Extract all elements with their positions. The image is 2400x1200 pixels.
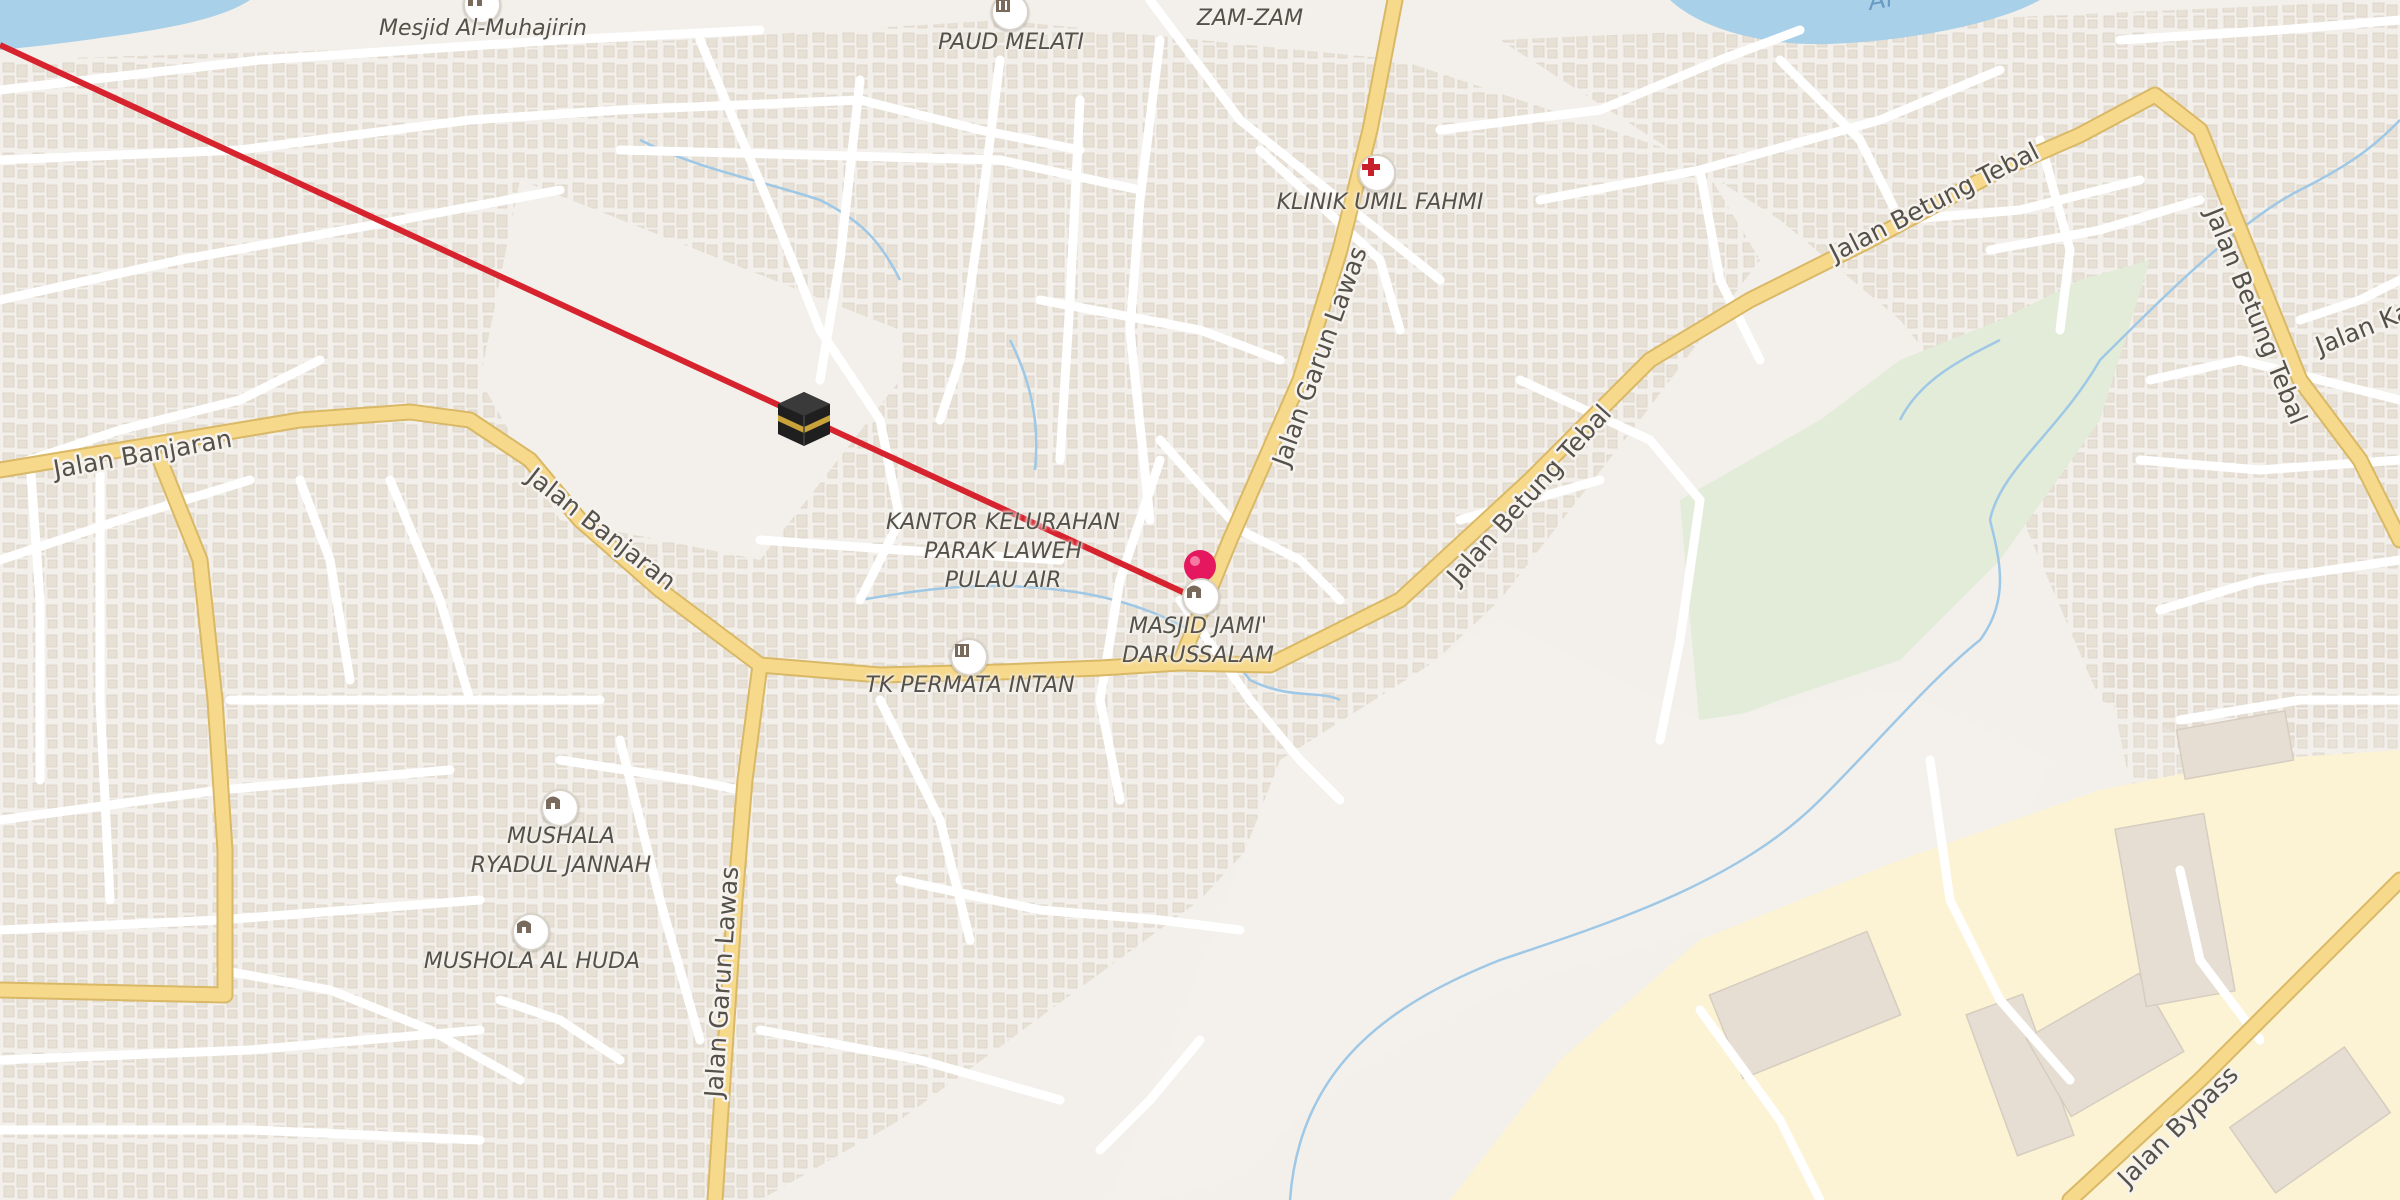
- mosque-icon[interactable]: [1182, 578, 1220, 616]
- poi-label-paud-melati[interactable]: PAUD MELATI: [938, 28, 1084, 57]
- poi-label-mesjid-al-muhajirin[interactable]: Mesjid Al-Muhajirin: [379, 14, 587, 43]
- poi-label-tk-permata-intan[interactable]: TK PERMATA INTAN: [865, 671, 1074, 700]
- poi-label-masjid-jami-darussalam[interactable]: MASJID JAMI' DARUSSALAM: [1122, 612, 1274, 670]
- poi-label-zam-zam[interactable]: ZAM-ZAM: [1197, 4, 1303, 33]
- poi-label-mushola-al-huda[interactable]: MUSHOLA AL HUDA: [424, 947, 640, 976]
- poi-label-klinik-umil-fahmi[interactable]: KLINIK UMIL FAHMI: [1277, 188, 1484, 217]
- poi-label-mushala-ryadul-jannah[interactable]: MUSHALA RYADUL JANNAH: [471, 822, 651, 880]
- map-view[interactable]: Jalan Banjaran Jalan Banjaran Jalan Garu…: [0, 0, 2400, 1200]
- medical-cross-icon[interactable]: [1358, 154, 1396, 192]
- mosque-icon[interactable]: [512, 913, 550, 951]
- poi-label-kantor-kelurahan[interactable]: KANTOR KELURAHAN PARAK LAWEH PULAU AIR: [886, 508, 1120, 595]
